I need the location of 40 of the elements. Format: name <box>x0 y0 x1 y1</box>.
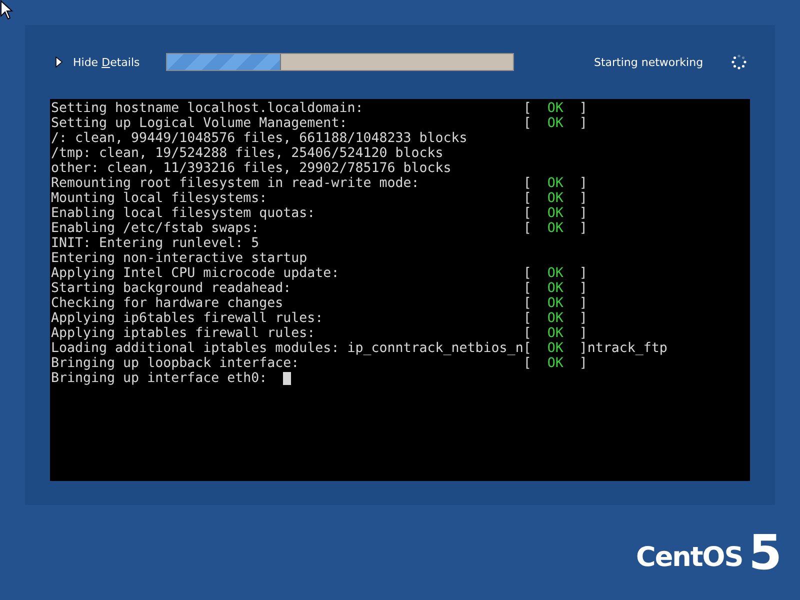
logo-name: CentOS <box>636 542 743 573</box>
status-result: [ OK ] <box>523 341 588 356</box>
hide-details-button[interactable]: Hide Details <box>55 56 166 68</box>
status-result: [ OK ] <box>523 116 588 131</box>
console-line: Applying ip6tables firewall rules: <box>51 311 324 326</box>
spinner-icon <box>731 54 748 70</box>
status-result: [ OK ] <box>523 266 588 281</box>
console-line: /: clean, 99449/1048576 files, 661188/1048233 blocks <box>51 131 468 146</box>
mouse-pointer-icon <box>0 0 14 20</box>
status-result: [ OK ] <box>523 221 588 236</box>
console-line: Checking for hardware changes <box>51 296 284 311</box>
console-line: Starting background readahead: <box>51 281 292 296</box>
status-result: [ OK ] <box>523 206 588 221</box>
status-result: [ OK ] <box>523 326 588 341</box>
status-result: [ OK ] <box>523 101 588 116</box>
console-line: Applying Intel CPU microcode update: <box>51 266 340 281</box>
status-result: [ OK ] <box>523 356 588 371</box>
status-result: [ OK ] <box>523 281 588 296</box>
status-result: [ OK ] <box>523 311 588 326</box>
status-result: [ OK ] <box>523 296 588 311</box>
console-line: Setting hostname localhost.localdomain: <box>51 101 364 116</box>
console-line: Enabling local filesystem quotas: <box>51 206 316 221</box>
status-result: [ OK ] <box>523 191 588 206</box>
console-line: ntrack_ftp <box>587 341 668 356</box>
console-line: Entering non-interactive startup <box>51 251 308 266</box>
console-line: /tmp: clean, 19/524288 files, 25406/524120 blocks <box>51 146 444 161</box>
console-line: Enabling /etc/fstab swaps: <box>51 221 260 236</box>
triangle-icon <box>55 56 63 68</box>
console-line: Bringing up interface eth0: <box>51 371 268 386</box>
status-result: [ OK ] <box>523 176 588 191</box>
console-line: other: clean, 11/393216 files, 29902/785176 blocks <box>51 161 452 176</box>
logo-version: 5 <box>748 533 782 573</box>
console-line: Mounting local filesystems: <box>51 191 268 206</box>
console-line: Setting up Logical Volume Management: <box>51 116 348 131</box>
console-line: INIT: Entering runlevel: 5 <box>51 236 260 251</box>
console-line: Remounting root filesystem in read-write mode: <box>51 176 420 191</box>
console-line: Bringing up loopback interface: <box>51 356 300 371</box>
status-text: Starting networking <box>594 56 704 68</box>
console-line: Loading additional iptables modules: ip_conntrack_netbios_n <box>51 341 524 356</box>
console-line: Applying iptables firewall rules: <box>51 326 316 341</box>
